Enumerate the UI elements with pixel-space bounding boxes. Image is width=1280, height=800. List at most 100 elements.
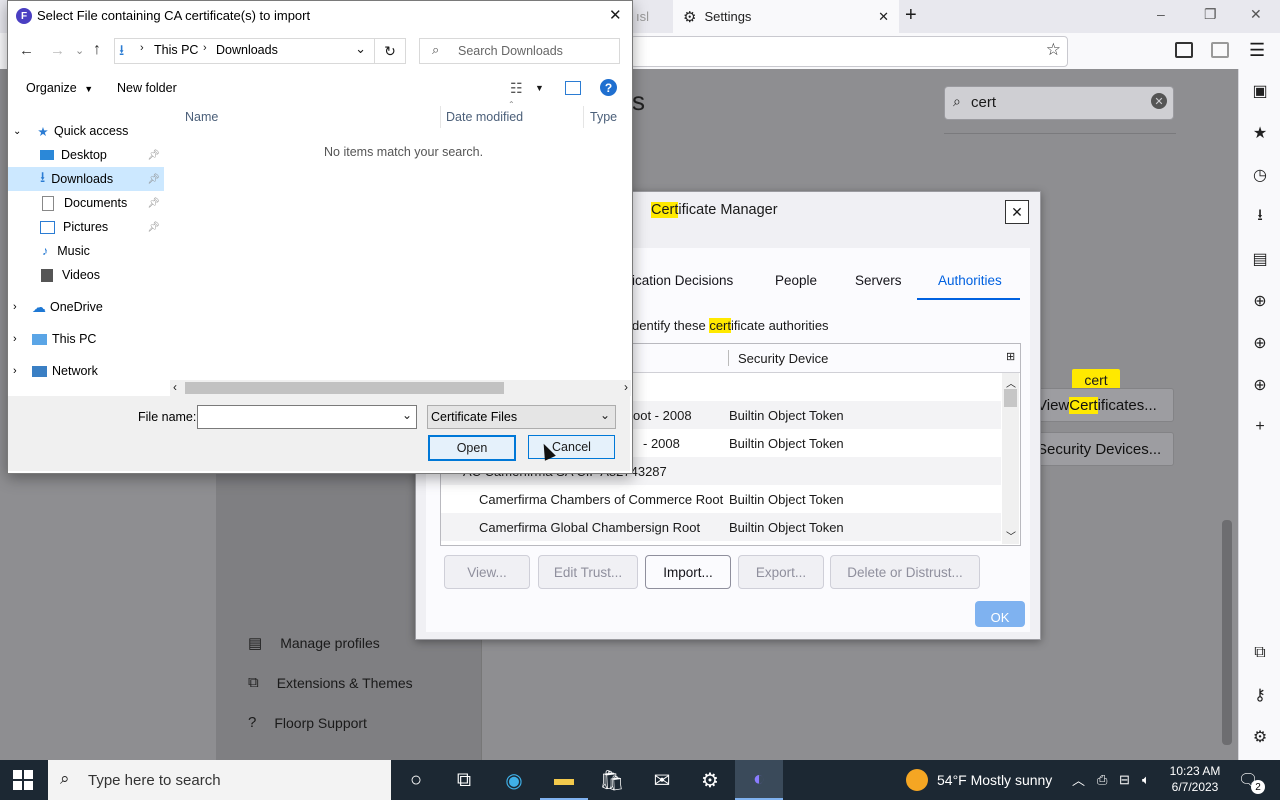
task-view-icon[interactable]: ⧉ [440, 760, 488, 800]
history-clock-icon[interactable]: ◷ [1248, 163, 1272, 187]
web-panel-globe-icon-2[interactable]: ⊕ [1248, 331, 1272, 355]
close-icon[interactable]: ✕ [1005, 200, 1029, 224]
dialog-close-icon[interactable]: ✕ [609, 6, 622, 24]
reader-view-icon[interactable] [1175, 42, 1193, 58]
page-scrollbar[interactable] [1222, 520, 1232, 745]
column-date-modified[interactable]: Date modified [446, 110, 523, 124]
extensions-icon[interactable]: ⧉ [1248, 641, 1272, 665]
scroll-right-icon[interactable]: › [624, 380, 628, 394]
scroll-down-icon[interactable]: ﹀ [1006, 528, 1016, 543]
add-panel-icon[interactable]: + [1248, 415, 1272, 439]
help-icon[interactable]: ? [600, 79, 617, 96]
new-tab-button[interactable]: + [905, 4, 917, 27]
tab-servers[interactable]: Servers [855, 273, 902, 288]
device-icon[interactable]: ⎙ [1097, 772, 1107, 788]
nav-extensions-themes[interactable]: ⧉ Extensions & Themes [248, 674, 413, 691]
address-dropdown-icon[interactable]: ⌄ [355, 41, 366, 57]
up-arrow-icon[interactable]: ↑ [93, 41, 101, 59]
edge-browser-icon[interactable]: ◉ [490, 760, 538, 800]
tree-onedrive[interactable]: › ☁ OneDrive [13, 295, 103, 319]
view-dropdown-caret-icon[interactable]: ▼ [535, 83, 544, 93]
toolbox-icon[interactable]: ▣ [1248, 79, 1272, 103]
minimize-button[interactable]: – [1157, 6, 1165, 22]
security-devices-button[interactable]: Security Devices... [1030, 432, 1174, 466]
file-type-select[interactable]: Certificate Files ⌄ [427, 405, 616, 429]
tree-downloads[interactable]: ⭳ Downloads 📌︎ [8, 167, 164, 191]
ok-button[interactable]: OK [975, 601, 1025, 627]
taskbar-search-input[interactable]: ⌕ Type here to search [48, 760, 391, 800]
expand-chevron-icon[interactable]: › [13, 333, 27, 345]
cortana-icon[interactable]: ○ [392, 760, 440, 800]
tree-desktop[interactable]: Desktop 📌︎ [40, 143, 162, 167]
search-downloads-input[interactable]: ⌕ Search Downloads [419, 38, 620, 64]
table-row[interactable]: Camerfirma Global Chambersign Root Built… [441, 513, 1001, 541]
horizontal-scrollbar[interactable]: ‹ › [170, 380, 631, 396]
column-security-device[interactable]: Security Device [738, 351, 828, 366]
tab-people[interactable]: People [775, 273, 817, 288]
tab-settings[interactable]: ⚙ Settings ✕ [673, 0, 899, 33]
weather-text[interactable]: 54°F Mostly sunny [937, 772, 1052, 788]
tree-quick-access[interactable]: ⌄ ★ Quick access [13, 119, 128, 143]
bookmarks-star-icon[interactable]: ★ [1248, 121, 1272, 145]
view-options-icon[interactable]: ☷ [510, 80, 523, 97]
url-bar[interactable]: ☆ [630, 36, 1068, 67]
scroll-thumb[interactable] [185, 382, 504, 394]
expand-chevron-icon[interactable]: › [13, 301, 27, 313]
delete-distrust-button[interactable]: Delete or Distrust... [830, 555, 980, 589]
back-arrow-icon[interactable]: ← [19, 42, 34, 59]
volume-muted-icon[interactable]: 🔈︎ [1142, 772, 1150, 788]
new-folder-button[interactable]: New folder [117, 81, 177, 95]
store-icon[interactable]: 🛍︎ [588, 760, 636, 800]
clear-search-icon[interactable]: ✕ [1151, 93, 1167, 109]
tree-music[interactable]: ♪ Music [40, 239, 90, 263]
breadcrumb-this-pc[interactable]: This PC [154, 43, 198, 57]
column-type[interactable]: Type [590, 110, 617, 124]
table-row[interactable]: Camerfirma Chambers of Commerce Root Bui… [441, 485, 1001, 513]
scroll-thumb[interactable] [1004, 389, 1017, 407]
scroll-left-icon[interactable]: ‹ [173, 380, 177, 394]
forward-arrow-icon[interactable]: → [50, 42, 65, 59]
expand-chevron-icon[interactable]: ⌄ [13, 126, 27, 137]
floorp-browser-icon[interactable]: ◐ [735, 760, 783, 800]
file-name-input[interactable]: ⌄ [197, 405, 417, 429]
bookmark-star-icon[interactable]: ☆ [1046, 40, 1061, 60]
mail-icon[interactable]: ✉ [638, 760, 686, 800]
nav-support[interactable]: ? Floorp Support [248, 714, 367, 731]
tab-close-icon[interactable]: ✕ [878, 9, 889, 25]
tree-documents[interactable]: Documents 📌︎ [40, 191, 162, 215]
file-type-dropdown-icon[interactable]: ⌄ [600, 408, 610, 422]
file-explorer-icon[interactable]: ▬ [540, 760, 588, 800]
preview-pane-icon[interactable] [565, 81, 581, 95]
breadcrumb-downloads[interactable]: Downloads [216, 43, 278, 57]
downloads-icon[interactable]: ⭳ [1248, 205, 1272, 229]
web-panel-globe-icon[interactable]: ⊕ [1248, 289, 1272, 313]
tab-authentication-decisions[interactable]: ication Decisions [632, 273, 733, 288]
tray-chevron-icon[interactable]: ︿ [1072, 770, 1085, 789]
recent-chevron-icon[interactable]: ⌄ [75, 44, 84, 57]
tree-network[interactable]: › Network [13, 359, 98, 383]
web-panel-globe-icon-3[interactable]: ⊕ [1248, 373, 1272, 397]
refresh-icon[interactable]: ↻ [374, 38, 406, 64]
tray-clock[interactable]: 10:23 AM 6/7/2023 [1167, 764, 1223, 794]
settings-search-input[interactable]: ⌕ cert ✕ [944, 86, 1174, 120]
sidebar-toggle-icon[interactable] [1211, 42, 1229, 58]
view-certificates-button[interactable]: View Cert ificates... [1030, 388, 1174, 422]
tab-previous[interactable]: ısl [632, 0, 672, 33]
key-icon[interactable]: ⚷ [1248, 683, 1272, 707]
table-scrollbar[interactable]: ︿ ﹀ [1002, 373, 1019, 544]
view-button[interactable]: View... [444, 555, 530, 589]
settings-gear-icon[interactable]: ⚙ [1248, 725, 1272, 749]
tree-videos[interactable]: Videos [40, 263, 100, 287]
column-name[interactable]: Name [185, 110, 218, 124]
menu-icon[interactable]: ☰ [1249, 40, 1265, 61]
windows-start-icon[interactable] [13, 770, 33, 790]
import-button[interactable]: Import... [645, 555, 731, 589]
column-picker-icon[interactable]: ⊞ [1006, 350, 1015, 363]
network-tray-icon[interactable]: ⊟ [1119, 772, 1130, 788]
open-button[interactable]: Open [428, 435, 516, 461]
close-window-button[interactable]: ✕ [1250, 6, 1262, 23]
restore-button[interactable]: ❐ [1204, 6, 1217, 23]
notes-icon[interactable]: ▤ [1248, 247, 1272, 271]
edit-trust-button[interactable]: Edit Trust... [538, 555, 638, 589]
export-button[interactable]: Export... [738, 555, 824, 589]
